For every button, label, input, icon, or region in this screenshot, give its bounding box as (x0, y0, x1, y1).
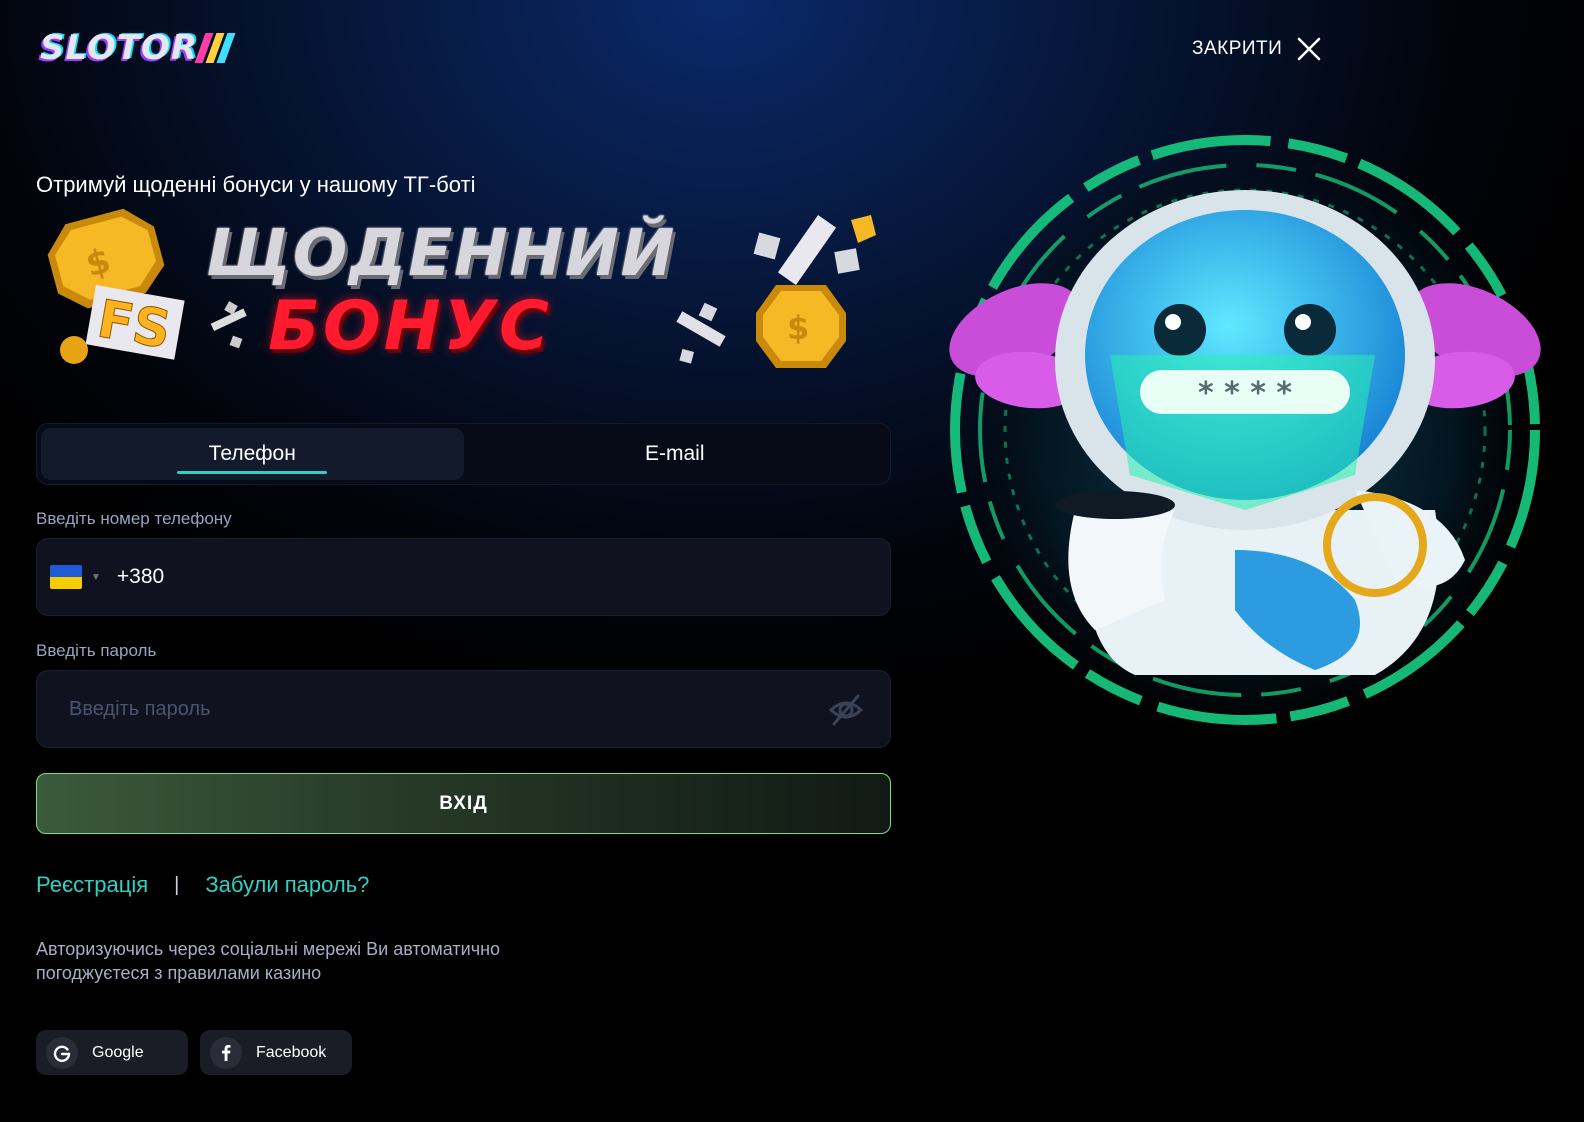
mascot-illustration: * * * * (945, 135, 1545, 740)
phone-field: ▼ (36, 538, 891, 616)
social-login-disclaimer: Авторизуючись через соціальні мережі Ви … (36, 939, 501, 983)
ukraine-flag-icon[interactable] (50, 565, 82, 589)
forgot-password-link[interactable]: Забули пароль? (205, 872, 369, 898)
svg-text:$: $ (787, 309, 809, 347)
close-label: ЗАКРИТИ (1192, 38, 1283, 59)
eye-slash-icon[interactable] (828, 693, 864, 727)
facebook-label: Facebook (256, 1043, 327, 1061)
close-icon (1298, 37, 1321, 61)
link-separator: | (174, 873, 180, 896)
login-method-tabs: Телефон E-mail (36, 423, 891, 485)
password-field (36, 670, 891, 748)
tab-phone[interactable]: Телефон (41, 428, 464, 480)
facebook-icon (210, 1036, 242, 1069)
phone-input[interactable] (116, 565, 717, 589)
promo-title: Отримуй щоденні бонуси у нашому ТГ-боті (36, 172, 476, 197)
google-login-button[interactable]: Google (36, 1030, 188, 1075)
logo-text: SLOTOR (40, 28, 199, 68)
chevron-down-icon[interactable]: ▼ (91, 572, 101, 583)
banner-line-bonus: БОНУС (268, 287, 552, 366)
google-icon (46, 1036, 78, 1069)
password-label: Введіть пароль (36, 641, 157, 660)
logo-mark-icon (194, 33, 236, 63)
close-button[interactable]: ЗАКРИТИ (1192, 34, 1322, 64)
tab-email[interactable]: E-mail (464, 428, 887, 480)
auth-links: Реєстрація | Забули пароль? (36, 872, 369, 898)
phone-label: Введіть номер телефону (36, 509, 232, 528)
hologram-text: * * * * (1198, 376, 1292, 411)
daily-bonus-banner[interactable]: $ FS $ ЩОДЕННИЙ БОНУС (36, 205, 886, 385)
register-link[interactable]: Реєстрація (36, 872, 148, 898)
google-label: Google (92, 1043, 144, 1061)
password-input[interactable] (69, 697, 769, 721)
banner-line-daily: ЩОДЕННИЙ (206, 217, 677, 291)
brand-logo[interactable]: SLOTOR (40, 28, 236, 68)
svg-text:FS: FS (93, 289, 175, 361)
facebook-login-button[interactable]: Facebook (200, 1030, 352, 1075)
login-button[interactable]: ВХІД (36, 773, 891, 834)
